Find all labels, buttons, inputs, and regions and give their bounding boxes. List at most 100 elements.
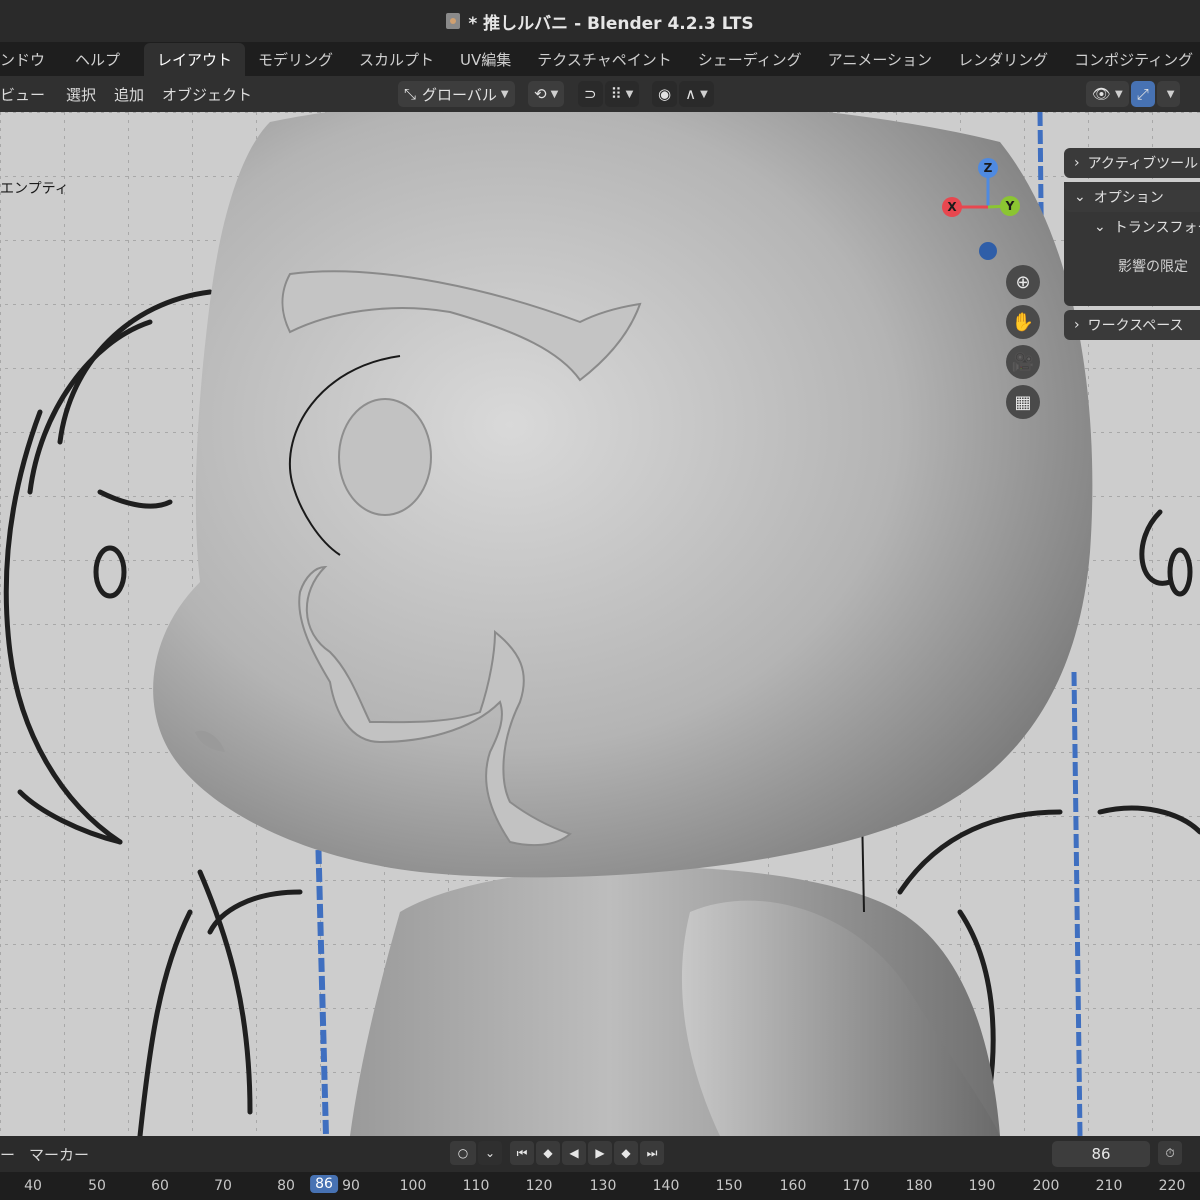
current-frame-badge[interactable]: 86 — [310, 1175, 338, 1193]
play-icon[interactable]: ▶ — [588, 1141, 612, 1165]
selectability-visibility-dropdown[interactable]: 👁 ▼ — [1086, 81, 1129, 107]
tab-texture-paint[interactable]: テクスチャペイント — [524, 43, 684, 76]
snap-toggle-button[interactable]: ⊃ — [578, 81, 603, 107]
sidebar-panel: › アクティブツール ⌄ オプション ⌄ トランスフォーム 影響の限定 › ワー… — [1064, 148, 1200, 344]
keying-dropdown[interactable]: ⌄ — [478, 1141, 502, 1165]
chevron-down-icon: ⌄ — [1074, 189, 1086, 205]
jump-prev-keyframe-icon[interactable]: ◆ — [536, 1141, 560, 1165]
pivot-point-dropdown[interactable]: ⟲ ▼ — [528, 81, 565, 107]
navigation-gizmo[interactable]: Z X Y — [930, 152, 1030, 262]
snap-target-dropdown[interactable]: ⠿ ▼ — [604, 81, 640, 107]
chevron-down-icon: ▼ — [500, 88, 509, 100]
ruler-tick: 200 — [1032, 1178, 1060, 1194]
menu-object[interactable]: オブジェクト — [153, 84, 261, 105]
gizmo-z-ball[interactable]: Z — [978, 158, 998, 178]
menu-window[interactable]: ンドウ — [0, 49, 57, 70]
chevron-down-icon: ▼ — [1115, 88, 1123, 100]
panel-workspace-label: ワークスペース — [1087, 318, 1184, 334]
chevron-down-icon: ▼ — [550, 88, 559, 100]
proportional-edit-toggle[interactable]: ◉ — [652, 81, 678, 107]
transform-orientation-value: グローバル — [422, 85, 497, 104]
jump-to-end-icon[interactable]: ⏭ — [640, 1141, 664, 1165]
ruler-tick: 180 — [905, 1178, 933, 1194]
timeline-menu-fragment[interactable]: ー — [0, 1144, 15, 1165]
tab-sculpting[interactable]: スカルプト — [346, 43, 447, 76]
gizmo-neg-z-ball[interactable] — [979, 242, 997, 260]
keying-group: ○ ⌄ — [450, 1141, 502, 1165]
magnet-icon: ⊃ — [584, 85, 597, 103]
tab-modeling[interactable]: モデリング — [245, 43, 346, 76]
ruler-tick: 130 — [589, 1178, 617, 1194]
current-frame-field[interactable]: 86 — [1052, 1141, 1150, 1167]
tab-rendering[interactable]: レンダリング — [945, 43, 1061, 76]
timeline-ruler[interactable]: 40 50 60 70 80 90 100 110 120 130 140 15… — [0, 1172, 1200, 1200]
eye-mesh — [338, 398, 432, 516]
menu-select[interactable]: 選択 — [54, 84, 105, 105]
ruler-tick: 100 — [399, 1178, 427, 1194]
chevron-right-icon: › — [1074, 317, 1080, 333]
tab-animation[interactable]: アニメーション — [815, 43, 945, 76]
chevron-right-icon: › — [1074, 155, 1080, 171]
window-titlebar: * 推しルバニ - Blender 4.2.3 LTS — [0, 0, 1200, 42]
camera-view-icon[interactable]: 🎥 — [1006, 345, 1040, 379]
pan-hand-icon[interactable]: ✋ — [1006, 305, 1040, 339]
jump-to-start-icon[interactable]: ⏮ — [510, 1141, 534, 1165]
chevron-down-icon: ▼ — [1166, 88, 1175, 100]
panel-workspace[interactable]: › ワークスペース — [1064, 310, 1200, 340]
jump-next-keyframe-icon[interactable]: ◆ — [614, 1141, 638, 1165]
top-menubar: ンドウ ヘルプ レイアウト モデリング スカルプト UV編集 テクスチャペイント… — [0, 42, 1200, 76]
ruler-tick: 170 — [842, 1178, 870, 1194]
eye-icon: 👁 — [1092, 85, 1112, 103]
subpanel-transform-label: トランスフォーム — [1113, 220, 1200, 236]
auto-keying-toggle[interactable]: ○ — [450, 1141, 476, 1165]
pivot-icon: ⟲ — [534, 85, 547, 103]
ruler-tick: 80 — [277, 1178, 295, 1194]
transform-orientation-dropdown[interactable]: ⤡ グローバル ▼ — [398, 81, 515, 107]
3d-viewport[interactable]: エンプティ Z X Y ⊕ ✋ 🎥 ▦ › アクティブツール ⌄ オプション ⌄… — [0, 112, 1200, 1136]
panel-options: ⌄ オプション ⌄ トランスフォーム 影響の限定 — [1064, 182, 1200, 306]
falloff-curve-icon: ∧ — [685, 85, 697, 103]
menu-add[interactable]: 追加 — [105, 84, 153, 105]
tab-layout[interactable]: レイアウト — [144, 43, 246, 76]
tab-shading[interactable]: シェーディング — [685, 43, 815, 76]
panel-active-tool[interactable]: › アクティブツール — [1064, 148, 1200, 178]
menu-help[interactable]: ヘルプ — [57, 49, 132, 70]
ruler-tick: 40 — [24, 1178, 42, 1194]
tab-uv-editing[interactable]: UV編集 — [447, 43, 524, 76]
gizmo-toggle-button[interactable]: ⤢ — [1130, 81, 1155, 107]
subpanel-transform-header[interactable]: ⌄ トランスフォーム — [1064, 212, 1200, 242]
menu-view[interactable]: ビュー — [0, 84, 54, 105]
panel-options-header[interactable]: ⌄ オプション — [1064, 182, 1200, 212]
chevron-down-icon: ⌄ — [1094, 219, 1106, 235]
ruler-tick: 160 — [779, 1178, 807, 1194]
zoom-icon[interactable]: ⊕ — [1006, 265, 1040, 299]
ruler-tick: 120 — [525, 1178, 553, 1194]
gizmo-y-ball[interactable]: Y — [1000, 196, 1020, 216]
proportional-edit-icon: ◉ — [658, 85, 672, 103]
ruler-tick: 110 — [462, 1178, 490, 1194]
gizmo-x-ball[interactable]: X — [942, 197, 962, 217]
active-object-label: エンプティ — [0, 181, 69, 197]
stopwatch-icon[interactable]: ⏱ — [1158, 1141, 1182, 1165]
ruler-tick: 50 — [88, 1178, 106, 1194]
tab-compositing[interactable]: コンポジティング — [1061, 43, 1200, 76]
perspective-grid-icon[interactable]: ▦ — [1006, 385, 1040, 419]
chevron-down-icon: ▼ — [625, 88, 634, 100]
visibility-group: 👁 ▼ ⤢ ▼ — [1086, 80, 1181, 108]
gizmo-icon: ⤢ — [1136, 85, 1149, 103]
ruler-tick: 210 — [1095, 1178, 1123, 1194]
panel-options-label: オプション — [1093, 190, 1164, 206]
workspace-tabs: レイアウト モデリング スカルプト UV編集 テクスチャペイント シェーディング… — [144, 43, 1200, 76]
chevron-down-icon: ▼ — [700, 88, 708, 100]
play-reverse-icon[interactable]: ◀ — [562, 1141, 586, 1165]
menu-marker[interactable]: マーカー — [15, 1144, 89, 1165]
panel-active-tool-label: アクティブツール — [1087, 156, 1199, 172]
proportional-falloff-dropdown[interactable]: ∧ ▼ — [679, 81, 714, 107]
playback-controls: ⏮ ◆ ◀ ▶ ◆ ⏭ — [510, 1141, 664, 1165]
timeline-header: ー マーカー ○ ⌄ ⏮ ◆ ◀ ▶ ◆ ⏭ 86 ⏱ — [0, 1136, 1200, 1172]
blender-file-icon — [446, 13, 461, 29]
affect-only-row: 影響の限定 — [1064, 242, 1200, 306]
orientation-icon: ⤡ — [404, 85, 417, 103]
window-title: * 推しルバニ - Blender 4.2.3 LTS — [468, 13, 754, 34]
gizmo-dropdown[interactable]: ▼ — [1156, 81, 1181, 107]
